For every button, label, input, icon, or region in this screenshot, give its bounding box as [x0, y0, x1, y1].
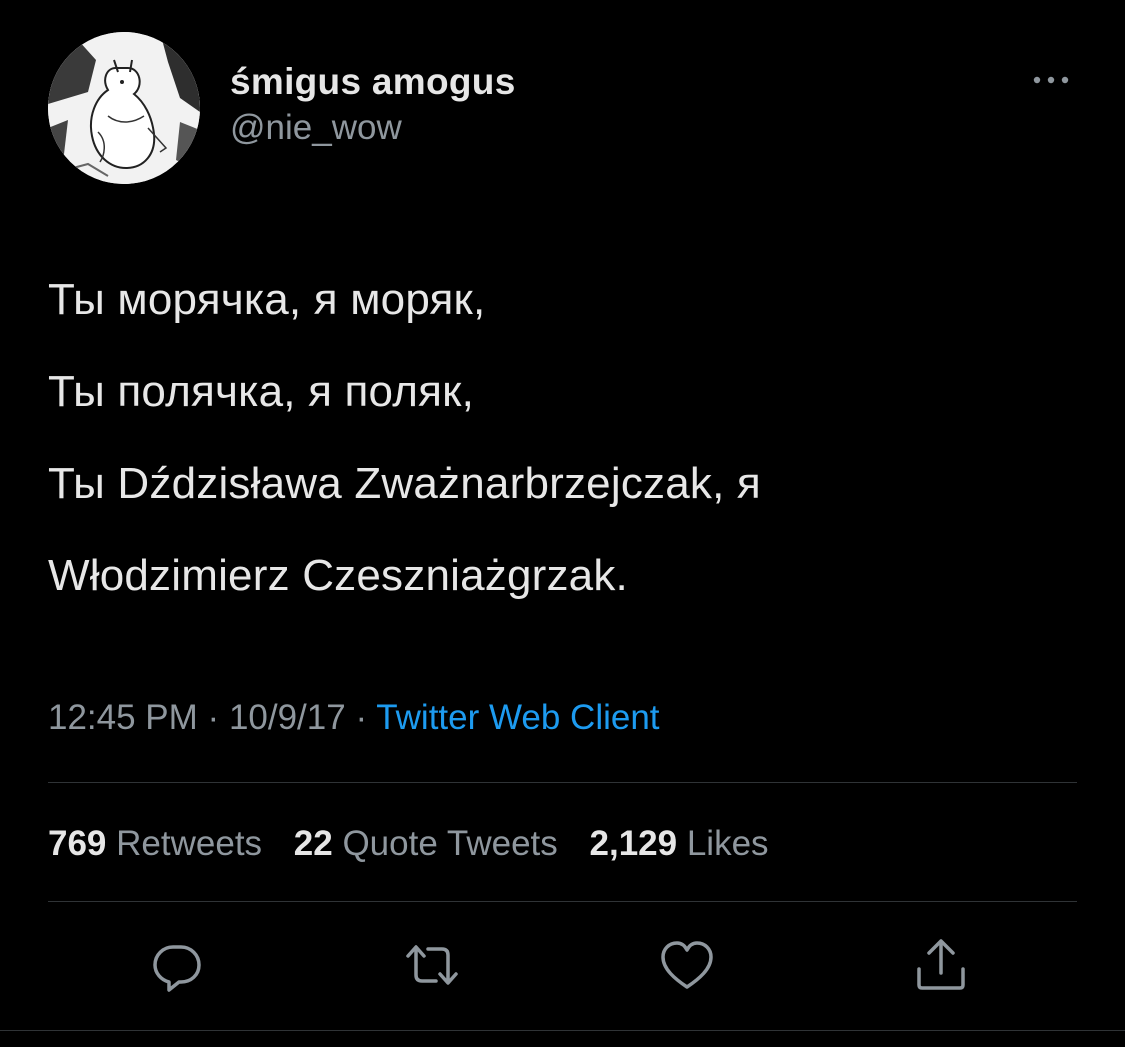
- tweet-detail: śmigus amogus @nie_wow Ты морячка, я мор…: [0, 0, 1125, 1047]
- tweet-text-line: Ты Dździsława Zważnarbrzejczak, я: [48, 459, 761, 508]
- share-button[interactable]: [906, 930, 976, 1000]
- ellipsis-icon: [1033, 76, 1069, 84]
- likes-count: 2,129: [589, 824, 678, 863]
- divider: [48, 782, 1077, 783]
- retweets-count: 769: [48, 824, 107, 863]
- heart-icon: [661, 941, 713, 989]
- like-button[interactable]: [652, 930, 722, 1000]
- divider: [48, 901, 1077, 902]
- tweet-text-line: Ты полячка, я поляк,: [48, 367, 475, 416]
- tweet-date: 10/9/17: [228, 698, 346, 737]
- avatar[interactable]: [48, 32, 200, 184]
- likes-stat[interactable]: 2,129 Likes: [590, 818, 769, 870]
- tweet-text-line: Włodzimierz Czeszniażgrzak.: [48, 551, 628, 600]
- likes-label: Likes: [686, 824, 769, 863]
- tweet-meta: 12:45 PM · 10/9/17 · Twitter Web Client: [48, 694, 660, 742]
- reply-icon: [153, 945, 201, 992]
- tweet-header: śmigus amogus @nie_wow: [48, 32, 1077, 184]
- reply-button[interactable]: [142, 930, 212, 1000]
- quote-tweets-stat[interactable]: 22 Quote Tweets: [294, 818, 558, 870]
- quote-tweets-label: Quote Tweets: [342, 824, 558, 863]
- tweet-text-line: Ты морячка, я моряк,: [48, 275, 486, 324]
- moomin-avatar-icon: [48, 32, 200, 184]
- retweets-stat[interactable]: 769 Retweets: [48, 818, 262, 870]
- tweet-actions: [0, 930, 1125, 1000]
- retweets-label: Retweets: [116, 824, 263, 863]
- tweet-text: Ты морячка, я моряк, Ты полячка, я поляк…: [48, 254, 1088, 622]
- divider: [0, 1030, 1125, 1031]
- tweet-source-link[interactable]: Twitter Web Client: [376, 698, 659, 737]
- share-icon: [917, 939, 965, 990]
- author-info: śmigus amogus @nie_wow: [230, 58, 516, 150]
- tweet-time: 12:45 PM: [48, 698, 198, 737]
- meta-separator: ·: [207, 698, 220, 737]
- retweet-icon: [406, 945, 458, 985]
- retweet-button[interactable]: [397, 930, 467, 1000]
- user-handle[interactable]: @nie_wow: [230, 106, 516, 150]
- display-name[interactable]: śmigus amogus: [230, 58, 516, 106]
- more-options-button[interactable]: [1029, 70, 1073, 90]
- tweet-stats: 769 Retweets 22 Quote Tweets 2,129 Likes: [48, 818, 791, 870]
- quote-tweets-count: 22: [293, 824, 333, 863]
- meta-separator: ·: [355, 698, 368, 737]
